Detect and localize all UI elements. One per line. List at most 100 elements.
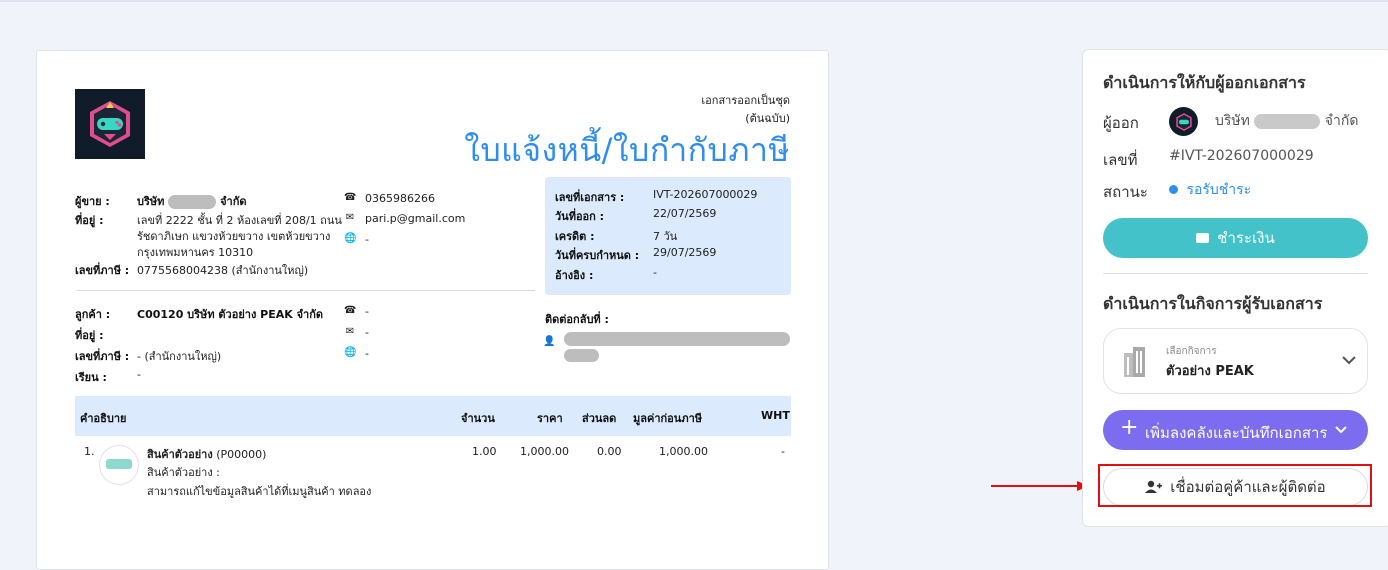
product-name-text: สินค้าตัวอย่าง <box>147 448 213 461</box>
issuer-avatar <box>1169 107 1198 136</box>
select-value: ตัวอย่าง PEAK <box>1166 364 1254 379</box>
email-icon: ✉ <box>345 326 355 337</box>
section-divider <box>77 290 535 291</box>
customer-label: ลูกค้า : <box>75 308 111 321</box>
customer-name: C00120 บริษัท ตัวอย่าง PEAK จำกัด <box>137 308 324 321</box>
credit-label: เครดิต : <box>555 230 595 243</box>
number-value: #IVT-202607000029 <box>1169 148 1314 164</box>
email-icon: ✉ <box>345 212 355 223</box>
due-date-label: วันที่ครบกำหนด : <box>555 249 640 262</box>
customer-tax-value: - (สำนักงานใหญ่) <box>137 350 222 363</box>
seller-address-label: ที่อยู่ : <box>75 214 104 227</box>
pay-button-label: ชำระเงิน <box>1217 229 1275 247</box>
issuer-label: ผู้ออก <box>1103 114 1139 132</box>
seller-name: บริษัท จำกัด <box>137 192 247 210</box>
row-price: 1,000.00 <box>520 445 569 458</box>
redacted-contact-name <box>564 332 790 346</box>
status-label: สถานะ <box>1103 183 1148 201</box>
doc-set-note: เอกสารออกเป็นชุด <box>701 94 790 107</box>
seller-label: ผู้ขาย : <box>75 195 110 208</box>
redacted-issuer <box>1254 113 1321 129</box>
due-date-value: 29/07/2569 <box>653 246 717 259</box>
product-thumbnail <box>99 445 139 485</box>
doc-no-value: IVT-202607000029 <box>653 188 758 201</box>
col-quantity: จำนวน <box>461 412 495 425</box>
select-caption: เลือกกิจการ <box>1166 346 1217 357</box>
col-wht: WHT <box>761 409 790 422</box>
col-description: คำอธิบาย <box>80 412 127 425</box>
items-table-header: คำอธิบาย จำนวน ราคา ส่วนลด มูลค่าก่อนภาษ… <box>75 396 791 436</box>
pointer-arrow-icon <box>991 481 1089 491</box>
document-title: ใบแจ้งหนี้/ใบกำกับภาษี <box>464 131 790 169</box>
status-dot-icon <box>1169 185 1178 194</box>
customer-web: - <box>365 347 369 360</box>
add-button-label: เพิ่มลงคลังและบันทึกเอกสาร <box>1145 424 1328 442</box>
globe-icon: 🌐 <box>344 347 357 358</box>
issuer-name-suffix: จำกัด <box>1324 113 1359 129</box>
seller-address-line3: กรุงเทพมหานคร 10310 <box>137 246 254 259</box>
issuer-name: บริษัท จำกัด <box>1215 110 1358 132</box>
reference-value: - <box>653 266 657 279</box>
top-border <box>0 0 1388 2</box>
col-pretax: มูลค่าก่อนภาษี <box>633 412 702 425</box>
product-code: (P00000) <box>216 448 267 461</box>
company-logo <box>75 89 145 159</box>
plus-icon: + <box>1120 415 1139 440</box>
customer-email: - <box>365 326 369 339</box>
customer-phone: - <box>365 305 369 318</box>
wallet-icon <box>1196 233 1210 243</box>
gamepad-logo-icon <box>1175 112 1192 131</box>
status-badge: รอรับชำระ <box>1169 179 1251 201</box>
document-info-box: เลขที่เอกสาร : IVT-202607000029 วันที่ออ… <box>545 177 791 295</box>
seller-tax-value: 0775568004238 (สำนักงานใหญ่) <box>137 264 309 277</box>
col-discount: ส่วนลด <box>582 412 617 425</box>
issuer-name-prefix: บริษัท <box>1215 113 1250 129</box>
receiver-heading: ดำเนินการในกิจการผู้รับเอกสาร <box>1103 294 1323 313</box>
customer-tax-label: เลขที่ภาษี : <box>75 350 130 363</box>
redacted-name <box>168 195 217 209</box>
chevron-down-icon[interactable] <box>1335 426 1347 434</box>
row-wht: - <box>781 445 785 458</box>
number-label: เลขที่ <box>1103 151 1138 169</box>
seller-name-prefix: บริษัท <box>137 195 165 208</box>
product-desc-line1: สินค้าตัวอย่าง : <box>147 466 220 479</box>
row-index: 1. <box>84 445 95 458</box>
contact-label: ติดต่อกลับที่ : <box>545 313 609 326</box>
highlight-box <box>1098 464 1372 507</box>
customer-attn-label: เรียน : <box>75 371 107 384</box>
pay-button[interactable]: ชำระเงิน <box>1103 218 1368 258</box>
credit-value: 7 วัน <box>653 230 678 243</box>
gamepad-logo-icon <box>90 101 130 147</box>
issue-date-label: วันที่ออก : <box>555 210 605 223</box>
phone-icon: ☎ <box>344 305 357 316</box>
seller-name-suffix: จำกัด <box>220 195 247 208</box>
redacted-contact-detail <box>564 349 599 362</box>
issuer-heading: ดำเนินการให้กับผู้ออกเอกสาร <box>1103 73 1306 92</box>
reference-label: อ้างอิง : <box>555 269 594 282</box>
add-to-storage-button[interactable]: + เพิ่มลงคลังและบันทึกเอกสาร <box>1103 410 1368 450</box>
seller-tax-label: เลขที่ภาษี : <box>75 264 130 277</box>
globe-icon: 🌐 <box>344 233 357 244</box>
seller-web: - <box>365 233 369 246</box>
product-name: สินค้าตัวอย่าง (P00000) <box>147 445 266 463</box>
business-select[interactable]: เลือกกิจการ ตัวอย่าง PEAK <box>1103 328 1368 394</box>
document-preview: เอกสารออกเป็นชุด (ต้นฉบับ) ใบแจ้งหนี้/ใบ… <box>36 50 829 570</box>
customer-address-label: ที่อยู่ : <box>75 329 104 342</box>
user-icon: 👤 <box>543 336 556 347</box>
phone-icon: ☎ <box>344 192 357 203</box>
status-text: รอรับชำระ <box>1186 182 1252 198</box>
row-quantity: 1.00 <box>472 445 497 458</box>
doc-no-label: เลขที่เอกสาร : <box>555 191 625 204</box>
chevron-down-icon <box>1342 356 1356 365</box>
action-panel: ดำเนินการให้กับผู้ออกเอกสาร ผู้ออก บริษั… <box>1082 49 1388 527</box>
col-price: ราคา <box>537 412 563 425</box>
building-icon <box>1124 347 1145 377</box>
row-pretax: 1,000.00 <box>659 445 708 458</box>
seller-email: pari.p@gmail.com <box>365 212 466 225</box>
customer-attn-value: - <box>137 368 141 381</box>
panel-divider <box>1103 273 1368 274</box>
issue-date-value: 22/07/2569 <box>653 207 717 220</box>
product-desc-line2: สามารถแก้ไขข้อมูลสินค้าได้ที่เมนูสินค้า … <box>147 485 372 498</box>
seller-phone: 0365986266 <box>365 192 435 205</box>
row-discount: 0.00 <box>597 445 622 458</box>
